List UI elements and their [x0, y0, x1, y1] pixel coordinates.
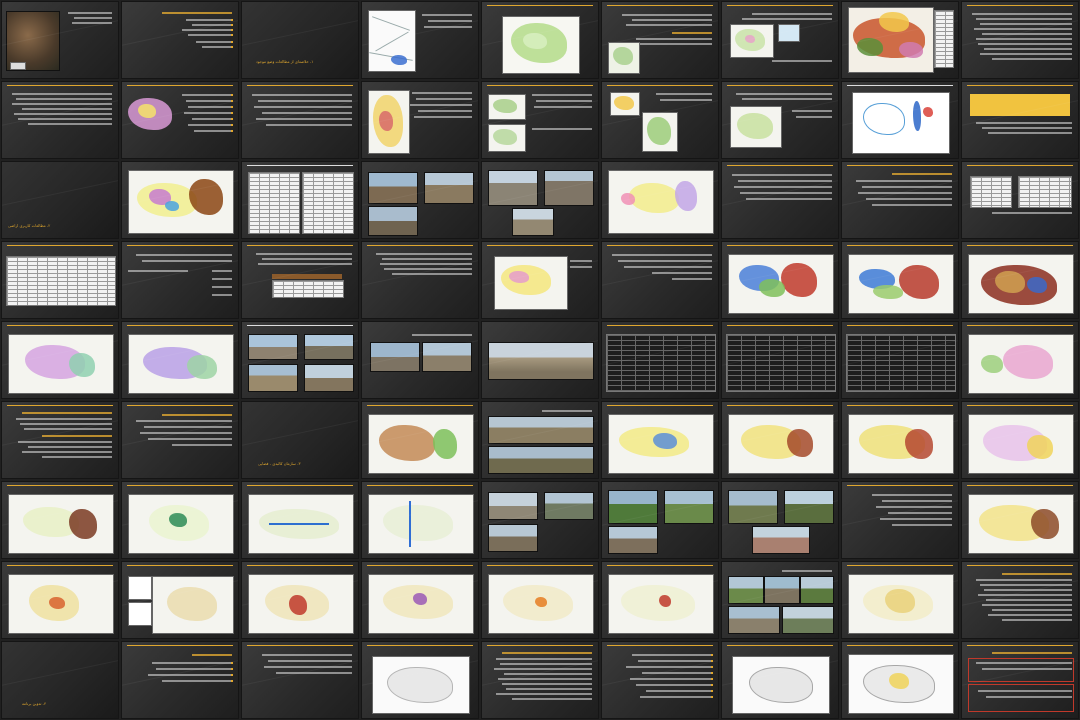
- slide-thumbnail[interactable]: [122, 642, 238, 718]
- slide-thumbnail[interactable]: [362, 162, 478, 238]
- slide-thumbnail[interactable]: [722, 2, 838, 78]
- slide-thumbnail[interactable]: [122, 82, 238, 158]
- slide-thumbnail[interactable]: [482, 402, 598, 478]
- slide-thumbnail[interactable]: [2, 322, 118, 398]
- slide-thumbnail[interactable]: [122, 2, 238, 78]
- slide-thumbnail[interactable]: [482, 2, 598, 78]
- slide-thumbnail[interactable]: [362, 642, 478, 718]
- slide-thumbnail[interactable]: [962, 562, 1078, 638]
- slide-thumbnail[interactable]: [122, 562, 238, 638]
- section-title: ۳- سازمان کالبدی - فضایی: [258, 461, 301, 466]
- section-title: ۱- خلاصه‌ای از مطالعات وضع موجود: [256, 59, 314, 64]
- slide-thumbnail[interactable]: [962, 482, 1078, 558]
- slide-thumbnail[interactable]: [242, 162, 358, 238]
- slide-thumbnail[interactable]: [842, 402, 958, 478]
- slide-thumbnail[interactable]: [962, 82, 1078, 158]
- slide-thumbnail[interactable]: [722, 562, 838, 638]
- slide-thumbnail[interactable]: ۱- خلاصه‌ای از مطالعات وضع موجود: [242, 2, 358, 78]
- slide-thumbnail[interactable]: [842, 242, 958, 318]
- slide-thumbnail[interactable]: [362, 562, 478, 638]
- slide-thumbnail[interactable]: [842, 162, 958, 238]
- slide-thumbnail[interactable]: [242, 482, 358, 558]
- slide-thumbnail[interactable]: [962, 642, 1078, 718]
- slide-thumbnail[interactable]: [722, 82, 838, 158]
- slide-thumbnail[interactable]: [242, 642, 358, 718]
- slide-thumbnail[interactable]: [602, 642, 718, 718]
- slide-thumbnail[interactable]: [602, 82, 718, 158]
- section-title: ۲- مطالعات کاربری اراضی: [8, 223, 51, 228]
- slide-thumbnail[interactable]: [2, 562, 118, 638]
- slide-thumbnail[interactable]: [362, 242, 478, 318]
- slide-thumbnail[interactable]: [602, 242, 718, 318]
- slide-thumbnail[interactable]: [962, 242, 1078, 318]
- slide-thumbnail[interactable]: [602, 322, 718, 398]
- slide-thumbnail[interactable]: [362, 482, 478, 558]
- slide-thumbnail[interactable]: [722, 162, 838, 238]
- slide-thumbnail[interactable]: [2, 482, 118, 558]
- slide-thumbnail[interactable]: [842, 82, 958, 158]
- slide-thumbnail[interactable]: [482, 642, 598, 718]
- slide-thumbnail[interactable]: [842, 562, 958, 638]
- slide-thumbnail[interactable]: [482, 162, 598, 238]
- slide-thumbnail[interactable]: [482, 482, 598, 558]
- slide-thumbnail[interactable]: [602, 482, 718, 558]
- slide-thumbnail[interactable]: ۲- مطالعات کاربری اراضی: [2, 162, 118, 238]
- slide-sorter-grid: ۱- خلاصه‌ای از مطالعات وضع موجود: [0, 0, 1080, 720]
- slide-thumbnail[interactable]: [362, 402, 478, 478]
- slide-thumbnail[interactable]: [842, 482, 958, 558]
- slide-thumbnail[interactable]: [2, 402, 118, 478]
- slide-thumbnail[interactable]: [242, 82, 358, 158]
- slide-thumbnail[interactable]: [962, 2, 1078, 78]
- slide-thumbnail[interactable]: [722, 402, 838, 478]
- slide-thumbnail[interactable]: [962, 322, 1078, 398]
- slide-thumbnail[interactable]: [962, 402, 1078, 478]
- slide-thumbnail[interactable]: [362, 322, 478, 398]
- slide-thumbnail[interactable]: [122, 402, 238, 478]
- slide-thumbnail[interactable]: [962, 162, 1078, 238]
- slide-thumbnail[interactable]: [362, 82, 478, 158]
- slide-thumbnail[interactable]: [602, 2, 718, 78]
- slide-thumbnail[interactable]: [602, 162, 718, 238]
- slide-thumbnail[interactable]: [602, 562, 718, 638]
- slide-thumbnail[interactable]: [842, 2, 958, 78]
- slide-thumbnail[interactable]: [122, 322, 238, 398]
- slide-thumbnail[interactable]: [122, 242, 238, 318]
- section-title: ۴- تدوین برنامه: [22, 701, 47, 706]
- slide-thumbnail[interactable]: ۳- سازمان کالبدی - فضایی: [242, 402, 358, 478]
- slide-thumbnail[interactable]: [482, 562, 598, 638]
- slide-thumbnail[interactable]: [122, 482, 238, 558]
- slide-thumbnail[interactable]: [122, 162, 238, 238]
- slide-thumbnail[interactable]: [2, 82, 118, 158]
- slide-thumbnail[interactable]: [722, 642, 838, 718]
- slide-thumbnail[interactable]: [242, 242, 358, 318]
- slide-thumbnail[interactable]: [722, 242, 838, 318]
- slide-thumbnail[interactable]: [722, 482, 838, 558]
- slide-thumbnail[interactable]: [482, 82, 598, 158]
- slide-thumbnail[interactable]: [842, 322, 958, 398]
- slide-thumbnail[interactable]: [482, 322, 598, 398]
- slide-thumbnail[interactable]: [2, 242, 118, 318]
- slide-thumbnail[interactable]: ۴- تدوین برنامه: [2, 642, 118, 718]
- slide-thumbnail[interactable]: [482, 242, 598, 318]
- slide-thumbnail[interactable]: [242, 322, 358, 398]
- slide-thumbnail[interactable]: [242, 562, 358, 638]
- slide-thumbnail[interactable]: [722, 322, 838, 398]
- slide-thumbnail[interactable]: [2, 2, 118, 78]
- slide-thumbnail[interactable]: [842, 642, 958, 718]
- slide-thumbnail[interactable]: [602, 402, 718, 478]
- slide-thumbnail[interactable]: [362, 2, 478, 78]
